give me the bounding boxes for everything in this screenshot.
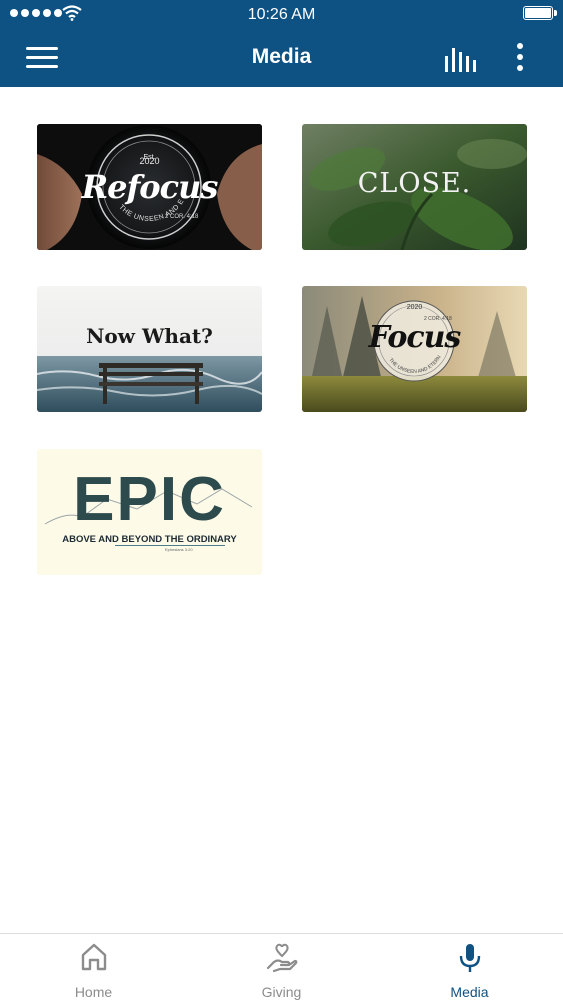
- media-item-now-what[interactable]: Now What?: [37, 286, 262, 412]
- tab-media[interactable]: Media: [376, 934, 563, 1001]
- tab-giving-label: Giving: [261, 984, 302, 1000]
- tab-giving[interactable]: Giving: [188, 934, 375, 1001]
- epic-ref: Ephesians 3:20: [165, 547, 193, 552]
- now-what-title: Now What?: [86, 324, 213, 348]
- close-title: CLOSE.: [357, 168, 472, 199]
- tab-home[interactable]: Home: [0, 934, 187, 1001]
- battery-icon: [523, 6, 557, 20]
- now-what-artwork: [37, 286, 262, 412]
- refocus-ref: 2 COR. 4:18: [165, 214, 199, 220]
- tab-media-label: Media: [450, 984, 489, 1000]
- media-item-focus[interactable]: THE UNSEEN AND ETERNAL 2020 Focus 2 COR.…: [302, 286, 527, 412]
- refocus-year: 2020: [139, 156, 160, 166]
- giving-hand-heart-icon: [266, 943, 297, 973]
- home-icon: [81, 943, 106, 971]
- media-item-epic[interactable]: EPIC ABOVE AND BEYOND THE ORDINARY Ephes…: [37, 449, 262, 575]
- focus-title: Focus: [368, 320, 462, 355]
- microphone-icon: [459, 944, 480, 972]
- bottom-tab-bar: Home Giving Media: [0, 933, 563, 1001]
- epic-subtitle: ABOVE AND BEYOND THE ORDINARY: [62, 534, 237, 545]
- tab-home-label: Home: [74, 984, 113, 1000]
- app-header: Media: [0, 28, 563, 87]
- refocus-title: Refocus: [81, 168, 219, 206]
- audio-bars-icon[interactable]: [443, 44, 477, 72]
- more-options-icon[interactable]: [510, 42, 530, 72]
- focus-ref: 2 COR. 4:18: [424, 316, 452, 322]
- status-bar: 10:26 AM: [0, 0, 563, 28]
- status-time: 10:26 AM: [247, 6, 316, 23]
- media-item-close[interactable]: CLOSE.: [302, 124, 527, 250]
- epic-title: EPIC: [73, 465, 226, 534]
- focus-year: 2020: [406, 304, 423, 311]
- page-title: Media: [251, 45, 312, 68]
- media-item-refocus[interactable]: THE UNSEEN AND ETERNAL Est. 2020 Refocus…: [37, 124, 262, 250]
